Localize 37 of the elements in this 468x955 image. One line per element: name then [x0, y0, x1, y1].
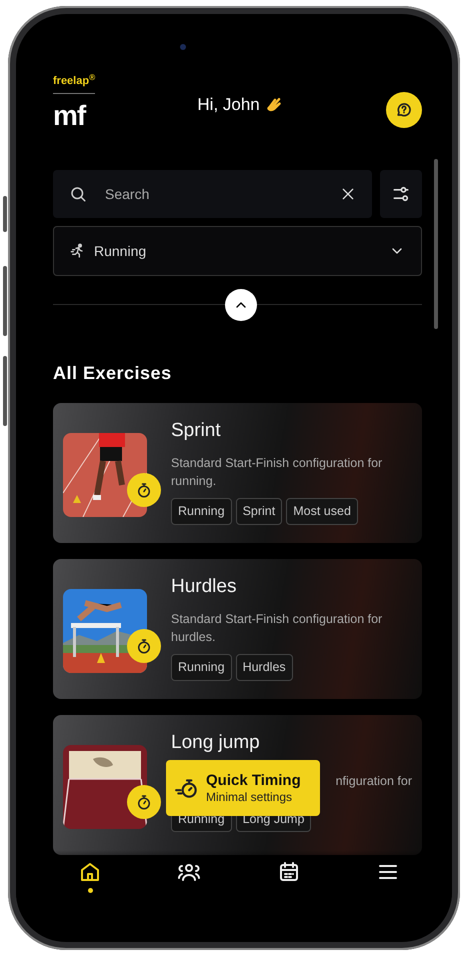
clear-button[interactable]	[340, 186, 356, 202]
exercise-description: nfiguration for	[336, 772, 412, 790]
sliders-icon	[391, 184, 411, 204]
brand-logo: freelap$^{®}$	[53, 76, 96, 94]
close-icon	[340, 186, 356, 202]
tag: Hurdles	[236, 654, 293, 680]
quick-timing-menu[interactable]: Quick Timing Minimal settings	[166, 760, 320, 816]
timer-button[interactable]	[127, 473, 161, 507]
collapse-button[interactable]	[225, 289, 257, 321]
active-dot	[88, 888, 92, 893]
search-field[interactable]: Search	[103, 182, 324, 206]
exercise-description: Standard Start-Finish configuration for hurdles.	[171, 610, 384, 646]
search-icon	[69, 185, 87, 203]
camera-dot	[180, 44, 186, 50]
tag: Most used	[286, 498, 358, 524]
stopwatch-icon	[135, 793, 153, 811]
greeting: Hi, John	[197, 94, 260, 116]
tag: Running	[171, 498, 232, 524]
exercise-description: Standard Start-Finish configuration for running.	[171, 454, 384, 490]
help-button[interactable]	[386, 92, 422, 128]
timer-button[interactable]	[127, 785, 161, 819]
stopwatch-icon	[135, 637, 153, 655]
search-bar[interactable]: Search	[53, 170, 372, 218]
timer-button[interactable]	[127, 629, 161, 663]
tag: Running	[171, 654, 232, 680]
app-logo: mf	[53, 102, 87, 130]
exercise-card[interactable]: Sprint Standard Start-Finish configuration for running. Running Sprint Most used	[53, 403, 422, 543]
exercise-title: Hurdles	[171, 575, 238, 599]
sport-dropdown[interactable]: Running	[53, 226, 422, 276]
tag: Sprint	[236, 498, 282, 524]
exercise-title: Sprint	[171, 419, 222, 443]
section-heading: All Exercises	[53, 362, 173, 385]
exercise-card[interactable]: Hurdles Standard Start-Finish configuration for hurdles. Running Hurdles	[53, 559, 422, 699]
home-icon	[78, 860, 102, 884]
stopwatch-icon	[135, 481, 153, 499]
filter-button[interactable]	[380, 170, 422, 218]
exercise-title: Long jump	[171, 731, 261, 755]
